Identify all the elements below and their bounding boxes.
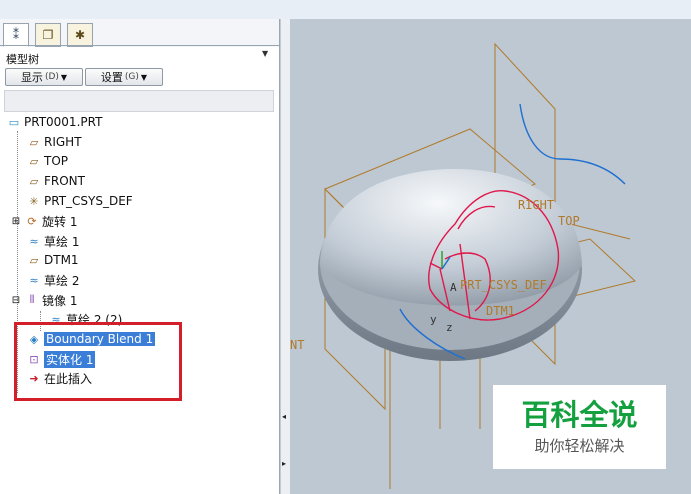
tree-item-right[interactable]: ▱ RIGHT <box>26 133 82 151</box>
tree-item-label: PRT_CSYS_DEF <box>44 194 133 208</box>
tree-item-part[interactable]: ▭ PRT0001.PRT <box>6 113 103 131</box>
watermark-title: 百科全说 <box>521 398 638 432</box>
watermark-subtitle: 助你轻松解决 <box>534 437 625 455</box>
tree-item-label: RIGHT <box>44 135 82 149</box>
csys-icon: ✳ <box>29 194 39 208</box>
tree-item-label: 草绘 2 <box>44 273 80 288</box>
part-icon: ▭ <box>8 115 20 129</box>
folder-tab-icon[interactable]: ❐ <box>35 23 61 47</box>
tree-item-sketch1[interactable]: ≈ 草绘 1 <box>26 232 79 250</box>
panel-title: 模型树 <box>6 53 39 66</box>
filter-bar <box>4 90 274 112</box>
tree-item-label: 草绘 1 <box>44 234 80 249</box>
axis-label-y: y <box>430 313 437 326</box>
tree-item-top[interactable]: ▱ TOP <box>26 152 68 170</box>
sketch-icon: ≈ <box>29 234 39 248</box>
model-tree-panel: ⁑ ❐ ✱ 模型树 ▼ 显示 (D) ▼ 设置 (G) ▼ ▭ PRT0001.… <box>0 19 280 494</box>
datum-label-csys: PRT_CSYS_DEF <box>460 278 547 292</box>
tree-item-sketch2[interactable]: ≈ 草绘 2 <box>26 271 79 289</box>
datum-plane-icon: ▱ <box>29 135 39 149</box>
tree-item-revolve[interactable]: ⊞ ⟳ 旋转 1 <box>10 212 78 230</box>
settings-button[interactable]: 设置 (G) ▼ <box>85 68 163 86</box>
axis-label-a: A <box>450 281 457 294</box>
tree-item-label: DTM1 <box>44 253 79 267</box>
highlight-annotation-box <box>14 322 182 401</box>
watermark-badge: 百科全说 助你轻松解决 <box>493 385 666 469</box>
settings-button-shortcut: (G) <box>124 72 139 82</box>
navigator-tabs: ⁑ ❐ ✱ <box>0 19 279 47</box>
chevron-down-icon: ▼ <box>60 72 68 82</box>
tree-item-label: TOP <box>44 154 69 168</box>
datum-label-front: NT <box>290 338 304 352</box>
tree-item-mirror[interactable]: ⊟ ⫴ 镜像 1 <box>10 291 78 309</box>
datum-plane-icon: ▱ <box>29 174 39 188</box>
tree-item-label: FRONT <box>44 174 85 188</box>
settings-button-label: 设置 <box>100 71 123 84</box>
axis-label-z: z <box>446 321 453 334</box>
show-button-shortcut: (D) <box>44 72 59 82</box>
datum-plane-icon: ▱ <box>29 253 39 267</box>
collapse-icon[interactable]: ⊟ <box>10 293 22 307</box>
panel-menu-dropdown-icon[interactable]: ▼ <box>262 49 268 58</box>
datum-label-top: TOP <box>558 214 580 228</box>
chevron-down-icon: ▼ <box>140 72 148 82</box>
sketch-icon: ≈ <box>29 273 39 287</box>
datum-plane-icon: ▱ <box>29 154 39 168</box>
tree-item-dtm1[interactable]: ▱ DTM1 <box>26 251 79 269</box>
show-button-label: 显示 <box>20 71 43 84</box>
tree-item-label: 旋转 1 <box>42 214 78 229</box>
top-toolbar-strip <box>0 0 691 19</box>
expand-arrow-icon[interactable]: ▸ <box>282 459 286 468</box>
expand-icon[interactable]: ⊞ <box>10 214 22 228</box>
tree-item-front[interactable]: ▱ FRONT <box>26 172 85 190</box>
show-button[interactable]: 显示 (D) ▼ <box>5 68 83 86</box>
revolve-icon: ⟳ <box>27 214 37 228</box>
mirror-icon: ⫴ <box>29 293 35 306</box>
datum-label-right: RIGHT <box>518 198 554 212</box>
tree-item-label: PRT0001.PRT <box>24 115 103 129</box>
collapse-arrow-icon[interactable]: ◂ <box>282 412 286 421</box>
model-tree-tab-icon[interactable]: ⁑ <box>3 23 29 47</box>
tree-item-csys[interactable]: ✳ PRT_CSYS_DEF <box>26 192 133 210</box>
favorites-tab-icon[interactable]: ✱ <box>67 23 93 47</box>
tree-item-label: 镜像 1 <box>42 293 78 308</box>
tab-underline <box>0 45 279 46</box>
datum-label-dtm1: DTM1 <box>486 304 515 318</box>
